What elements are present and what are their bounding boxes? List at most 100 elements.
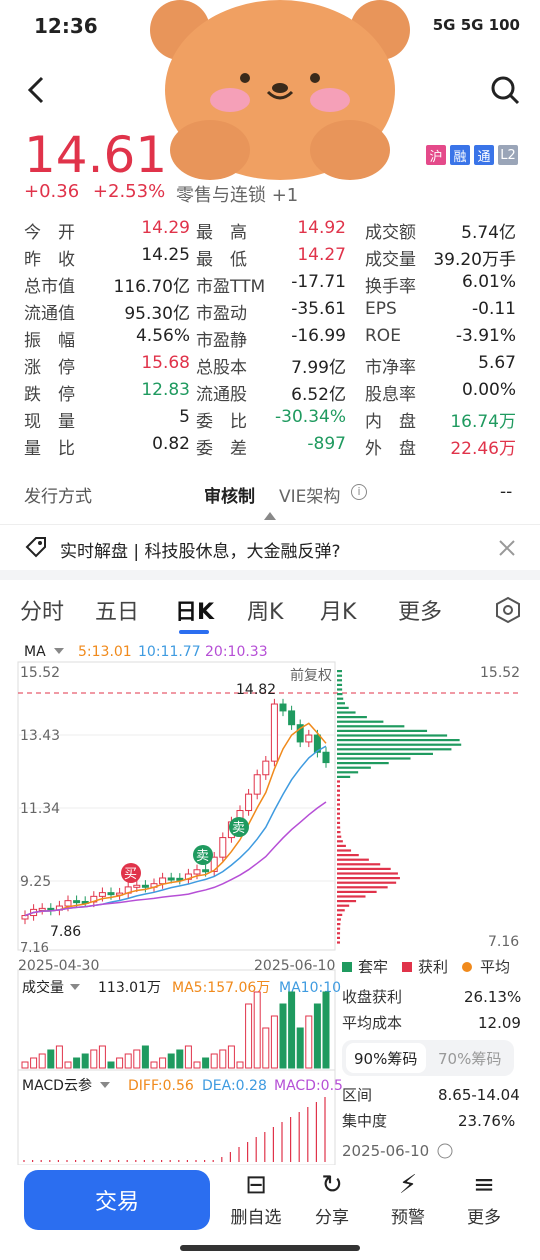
more-button[interactable]: ≡ 更多 — [454, 1167, 514, 1228]
close-icon[interactable] — [498, 539, 516, 557]
volume-label: 成交量 — [22, 979, 64, 996]
share-button[interactable]: ↻ 分享 — [302, 1167, 362, 1228]
candle-body — [167, 877, 175, 881]
candle-body — [141, 884, 149, 888]
market-badges: 沪融通 L2 — [426, 145, 518, 165]
info-icon[interactable]: i — [351, 484, 367, 500]
stat-label: 市盈TTM — [196, 277, 266, 297]
high-marker: 14.82 — [236, 682, 276, 698]
volume-bar — [159, 1057, 167, 1069]
ma-dropdown-icon — [54, 648, 64, 654]
news-banner[interactable]: 实时解盘 | 科技股休息，大金融反弹? — [0, 524, 540, 570]
share-icon: ↻ — [321, 1170, 343, 1200]
sector-label[interactable]: 零售与连锁 +1 — [176, 181, 298, 207]
stat-label: 换手率 — [365, 277, 416, 297]
alert-button[interactable]: ⚡ 预警 — [378, 1167, 438, 1228]
minus-square-button[interactable]: ⊟ 删自选 — [226, 1167, 286, 1228]
chip-bar — [337, 826, 341, 829]
volume-bar — [141, 1045, 149, 1069]
concentration-value: 23.76% — [458, 1112, 515, 1130]
volume-bar — [296, 1027, 304, 1069]
low-marker: 7.86 — [50, 924, 81, 940]
stat-value: -3.91% — [455, 326, 516, 346]
stat-label: 总股本 — [196, 358, 247, 378]
volume-bar — [219, 1049, 227, 1069]
volume-value: 113.01万 — [98, 980, 161, 996]
volume-bar — [193, 1061, 201, 1069]
candle-body — [288, 710, 296, 726]
chip-axis-top: 15.52 — [480, 665, 520, 681]
volume-bar — [262, 1027, 270, 1069]
candle-body — [305, 734, 313, 743]
ma10-value: 10:11.77 — [138, 644, 201, 660]
signal-indicators: 5G 5G 100 — [432, 16, 520, 34]
issuance-option-b[interactable]: VIE架构 — [279, 482, 340, 507]
chip-bar — [337, 803, 341, 806]
tab-0[interactable]: 分时 — [20, 594, 64, 626]
stats-row: 今 开 14.29 最 高 14.92 成交额 5.74亿 — [0, 218, 540, 245]
chip-bar — [337, 683, 343, 686]
news-text: 实时解盘 | 科技股休息，大金融反弹? — [60, 542, 341, 562]
chip-bar — [337, 927, 341, 930]
chip-bar — [337, 863, 381, 866]
issuance-option-a[interactable]: 审核制 — [204, 482, 255, 507]
volume-bar — [245, 1003, 253, 1069]
stat-label: 量 比 — [24, 439, 75, 459]
chip-bar — [337, 716, 367, 719]
stat-value: 4.56% — [135, 326, 190, 346]
chip-bar — [337, 817, 341, 820]
stat-label: 现 量 — [24, 412, 75, 432]
tab-5[interactable]: 更多 — [398, 594, 442, 626]
tab-2[interactable]: 日K — [175, 594, 214, 626]
stat-value: 0.82 — [152, 434, 190, 454]
ma-lines — [24, 722, 327, 917]
chip90-label: 90%筹码 — [354, 1050, 417, 1068]
chip-bar — [337, 766, 371, 769]
chip-bar — [337, 771, 359, 774]
legend-profit: 获利 — [418, 958, 448, 976]
candle-body — [133, 884, 141, 888]
trade-button[interactable]: 交易 — [24, 1170, 210, 1230]
chevron-left-icon[interactable] — [22, 74, 50, 106]
stat-value: 5.67 — [478, 353, 516, 373]
price-change: +0.36 +2.53% — [24, 181, 165, 202]
chip-bar — [337, 858, 369, 861]
tab-3[interactable]: 周K — [247, 594, 283, 626]
date-end: 2025-06-10 — [254, 958, 335, 974]
stat-value: -0.11 — [472, 299, 516, 319]
ma-label: MA — [24, 644, 46, 660]
volume-bar — [305, 1015, 313, 1069]
candle-body — [245, 793, 253, 812]
volume-bar — [81, 1053, 89, 1069]
chip-bar — [337, 729, 428, 732]
volume-bar — [30, 1057, 38, 1069]
chip-bar — [337, 720, 384, 723]
change-abs: +0.36 — [24, 181, 80, 202]
dea-value: DEA:0.28 — [202, 1078, 267, 1094]
volume-bar — [167, 1053, 175, 1069]
chip-bar — [337, 941, 341, 944]
date-start: 2025-04-30 — [18, 958, 99, 974]
stat-value: 5 — [179, 407, 190, 427]
stat-label: 振 幅 — [24, 331, 75, 351]
tab-1[interactable]: 五日 — [95, 594, 139, 626]
stats-row: 跌 停 12.83 流通股 6.52亿 股息率 0.00% — [0, 380, 540, 407]
buy-tag-text: 买 — [124, 867, 137, 882]
chip-bar — [337, 739, 460, 742]
chip-date: 2025-06-10 — [342, 1142, 429, 1160]
market-badge: 融 — [450, 145, 470, 165]
kline-chart[interactable]: MA 5:13.01 10:11.77 20:10.33 15.52 15.52… — [0, 640, 540, 1165]
legend-avg: 平均 — [480, 958, 510, 976]
chip-bar — [337, 762, 389, 765]
search-icon[interactable] — [490, 74, 520, 106]
caret-up-icon — [264, 512, 276, 520]
chip-bar — [337, 734, 448, 737]
profit-ratio: 26.13% — [464, 988, 521, 1006]
stat-value: 15.68 — [141, 353, 190, 373]
legend-profit-swatch — [402, 962, 412, 972]
tab-4[interactable]: 月K — [320, 594, 356, 626]
candle-body — [253, 774, 261, 795]
settings-icon[interactable] — [494, 596, 522, 624]
diff-value: DIFF:0.56 — [128, 1078, 194, 1094]
chip-bar — [337, 808, 341, 811]
